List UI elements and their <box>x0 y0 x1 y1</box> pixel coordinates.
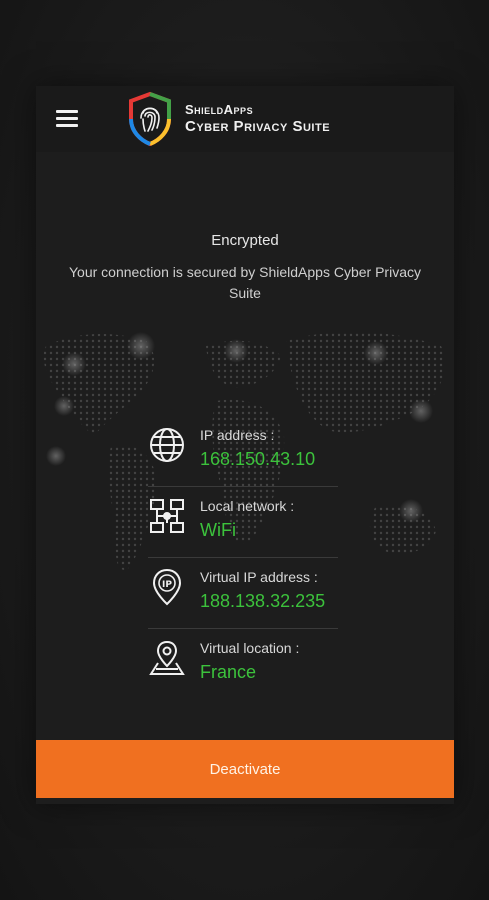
status-description: Your connection is secured by ShieldApps… <box>68 264 421 301</box>
app-screen: ShieldApps Cyber Privacy Suite Encrypted… <box>36 86 454 804</box>
app-header: ShieldApps Cyber Privacy Suite <box>36 86 454 152</box>
info-label: Virtual location : <box>200 640 300 656</box>
brand-line1: ShieldApps <box>185 102 254 117</box>
deactivate-button[interactable]: Deactivate <box>36 740 454 798</box>
info-value: 168.150.43.10 <box>200 449 316 469</box>
info-row-virtual-ip: IP Virtual IP address : 188.138.32.235 <box>148 558 338 629</box>
ip-location-pin-icon: IP <box>152 568 182 606</box>
connection-info-list: IP address : 168.150.43.10 Local network… <box>148 416 338 699</box>
brand-name: ShieldApps Cyber Privacy Suite <box>185 102 330 136</box>
info-value: 188.138.32.235 <box>200 591 326 611</box>
hamburger-menu-icon[interactable] <box>56 108 80 128</box>
globe-icon <box>150 428 184 462</box>
svg-text:IP: IP <box>162 580 172 590</box>
info-label: IP address : <box>200 427 275 443</box>
info-label: Virtual IP address : <box>200 569 318 585</box>
info-row-virtual-location: Virtual location : France <box>148 629 338 699</box>
map-location-icon <box>149 640 185 675</box>
info-row-local-network: Local network : WiFi <box>148 487 338 558</box>
info-value: France <box>200 662 257 682</box>
fingerprint-shield-icon <box>129 91 171 147</box>
status-title: Encrypted <box>211 232 279 249</box>
info-row-ip-address: IP address : 168.150.43.10 <box>148 416 338 487</box>
info-label: Local network : <box>200 498 295 514</box>
info-value: WiFi <box>200 520 236 540</box>
network-icon <box>150 499 184 533</box>
brand-line2: Cyber Privacy Suite <box>185 118 331 135</box>
